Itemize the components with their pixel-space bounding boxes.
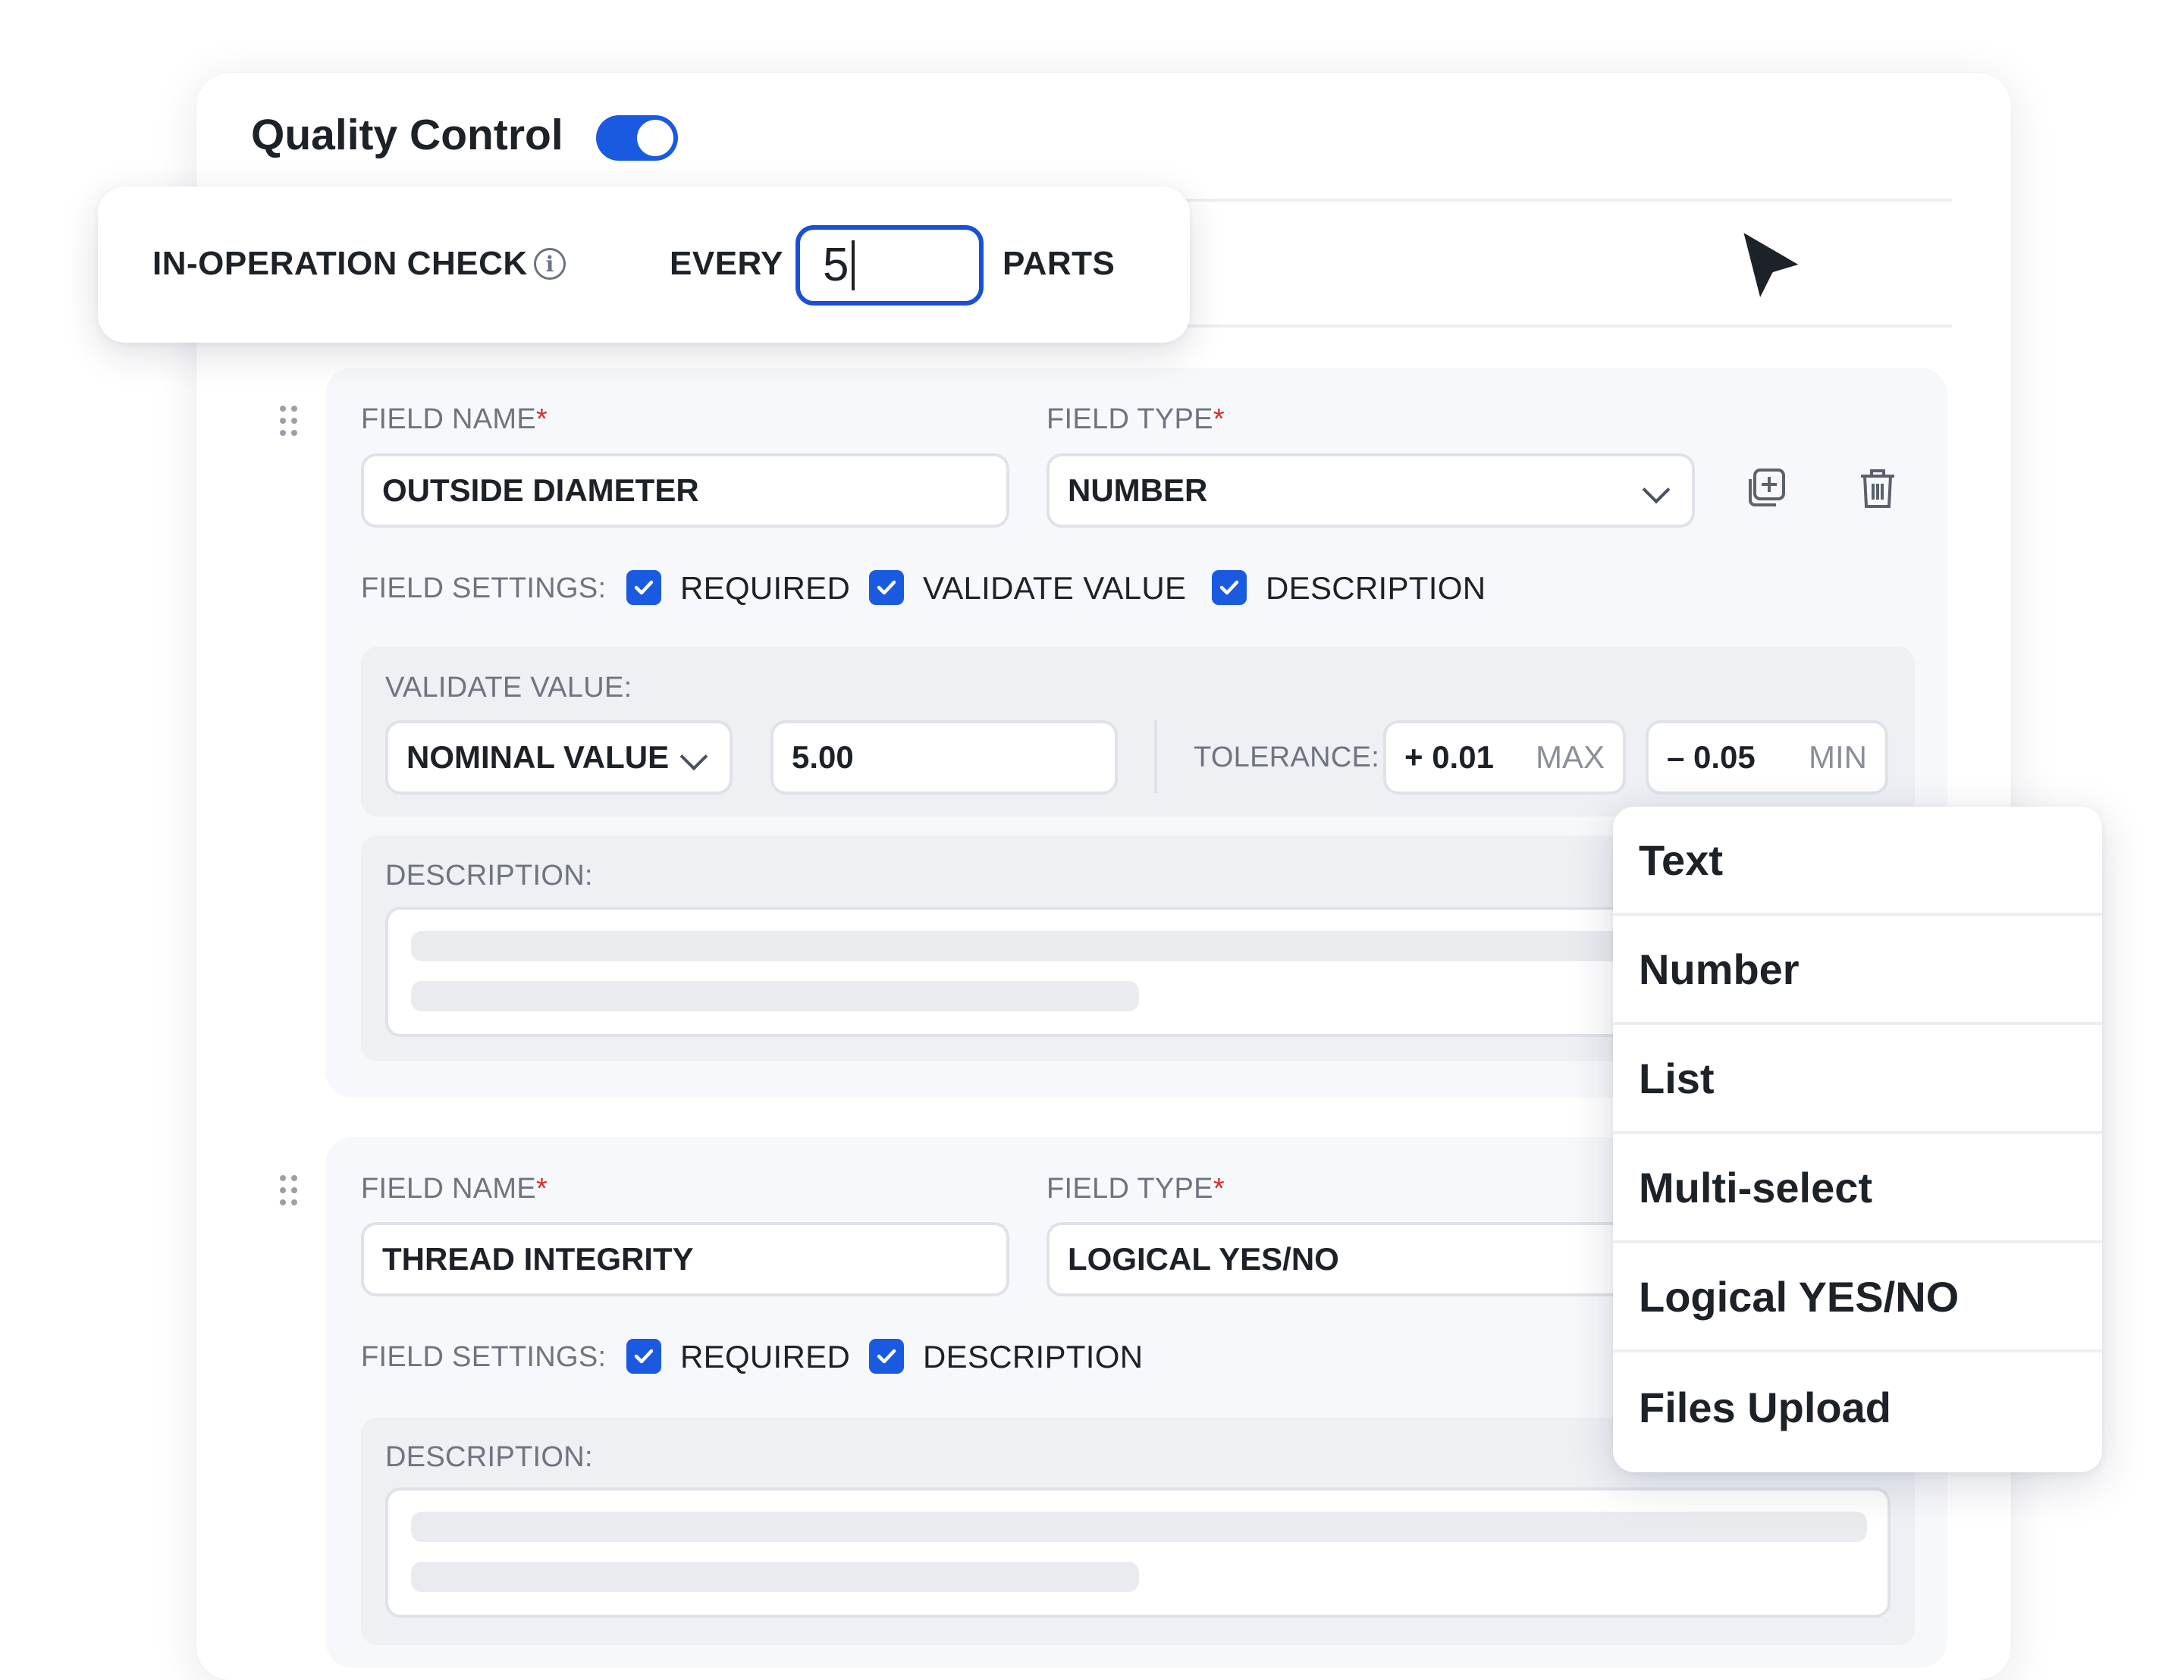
field-settings-label: FIELD SETTINGS: xyxy=(361,572,607,604)
duplicate-icon[interactable] xyxy=(1744,465,1790,511)
text-caret xyxy=(852,240,855,290)
menu-item-number[interactable]: Number xyxy=(1613,916,2102,1025)
divider-bottom xyxy=(1183,324,1952,328)
page-title: Quality Control xyxy=(251,111,563,159)
tolerance-min-input[interactable]: – 0.05 MIN xyxy=(1646,720,1888,795)
chevron-down-icon xyxy=(679,742,708,771)
setting-description-label[interactable]: DESCRIPTION xyxy=(923,1339,1143,1375)
menu-item-logical-yes-no[interactable]: Logical YES/NO xyxy=(1613,1243,2102,1352)
description-label: DESCRIPTION: xyxy=(385,1441,593,1473)
validate-mode-value: NOMINAL VALUE xyxy=(406,739,670,775)
nominal-value-input[interactable]: 5.00 xyxy=(770,720,1118,795)
tolerance-max-input[interactable]: + 0.01 MAX xyxy=(1383,720,1626,795)
tolerance-label: TOLERANCE: xyxy=(1194,741,1380,773)
tolerance-min-suffix: MIN xyxy=(1809,739,1867,775)
parts-label: PARTS xyxy=(1003,245,1116,282)
info-icon[interactable]: i xyxy=(534,248,566,280)
every-label: EVERY xyxy=(670,245,784,282)
setting-description-label[interactable]: DESCRIPTION xyxy=(1266,570,1486,606)
menu-item-list[interactable]: List xyxy=(1613,1025,2102,1134)
setting-required-label[interactable]: REQUIRED xyxy=(680,570,850,606)
field-name-label: FIELD NAME* xyxy=(361,1173,548,1205)
quality-control-toggle[interactable] xyxy=(596,115,678,161)
validate-divider xyxy=(1154,720,1157,793)
checkbox-checked-icon[interactable] xyxy=(626,1339,661,1374)
skeleton-line xyxy=(411,1512,1867,1542)
field-type-label: FIELD TYPE* xyxy=(1046,1173,1225,1205)
drag-handle-icon[interactable] xyxy=(280,406,297,436)
field-settings-label: FIELD SETTINGS: xyxy=(361,1341,607,1373)
field-type-menu: Text Number List Multi-select Logical YE… xyxy=(1613,807,2102,1472)
trash-icon[interactable] xyxy=(1856,465,1899,511)
parts-count-value: 5 xyxy=(823,239,849,291)
setting-required-label[interactable]: REQUIRED xyxy=(680,1339,850,1375)
checkbox-checked-icon[interactable] xyxy=(1212,570,1247,605)
validate-value-label: VALIDATE VALUE: xyxy=(385,672,632,704)
field-type-value: LOGICAL YES/NO xyxy=(1068,1241,1339,1277)
checkbox-checked-icon[interactable] xyxy=(869,1339,904,1374)
tolerance-max-value: + 0.01 xyxy=(1404,739,1494,775)
validate-mode-select[interactable]: NOMINAL VALUE xyxy=(385,720,733,795)
checkbox-checked-icon[interactable] xyxy=(626,570,661,605)
toggle-knob xyxy=(637,120,673,156)
tolerance-min-value: – 0.05 xyxy=(1667,739,1756,775)
field-type-label: FIELD TYPE* xyxy=(1046,403,1225,435)
drag-handle-icon[interactable] xyxy=(280,1175,297,1205)
chevron-down-icon xyxy=(1642,475,1671,504)
setting-validate-value-label[interactable]: VALIDATE VALUE xyxy=(923,570,1186,606)
field-name-input[interactable]: OUTSIDE DIAMETER xyxy=(361,453,1009,528)
field-name-input[interactable]: THREAD INTEGRITY xyxy=(361,1222,1009,1296)
field-type-value: NUMBER xyxy=(1068,472,1208,508)
field-type-select[interactable]: NUMBER xyxy=(1046,453,1695,528)
field-name-label: FIELD NAME* xyxy=(361,403,548,435)
parts-count-input[interactable]: 5 xyxy=(795,225,984,306)
menu-item-text[interactable]: Text xyxy=(1613,807,2102,916)
in-operation-check-label: IN-OPERATION CHECK xyxy=(152,245,528,282)
description-label: DESCRIPTION: xyxy=(385,860,593,892)
checkbox-checked-icon[interactable] xyxy=(869,570,904,605)
cursor-arrow-icon xyxy=(1737,224,1808,308)
divider-top xyxy=(1183,199,1952,202)
field-type-select[interactable]: LOGICAL YES/NO xyxy=(1046,1222,1695,1296)
menu-item-multi-select[interactable]: Multi-select xyxy=(1613,1134,2102,1243)
menu-item-files-upload[interactable]: Files Upload xyxy=(1613,1352,2102,1462)
tolerance-max-suffix: MAX xyxy=(1535,739,1605,775)
description-textarea[interactable] xyxy=(385,1487,1891,1618)
skeleton-line xyxy=(411,981,1139,1011)
skeleton-line xyxy=(411,1562,1139,1592)
